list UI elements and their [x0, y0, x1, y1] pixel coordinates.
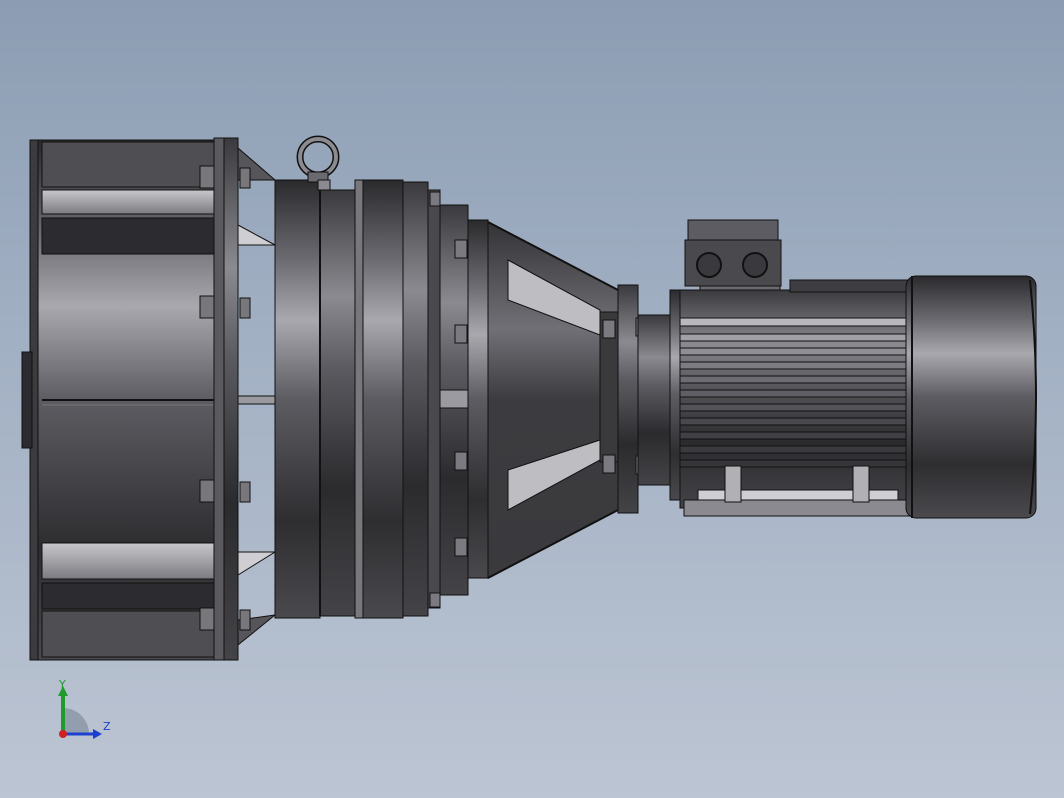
output-housing[interactable] — [21, 137, 277, 661]
cad-viewport[interactable]: Y Z — [0, 0, 1064, 798]
gearbox-motor-model[interactable] — [0, 0, 1064, 798]
terminal-box[interactable] — [684, 219, 782, 295]
coordinate-triad: Y Z — [50, 678, 120, 748]
conical-adapter[interactable] — [487, 221, 639, 579]
z-axis-arrowhead — [93, 729, 102, 739]
triad-plane-shade — [63, 708, 89, 734]
motor-flange[interactable] — [637, 289, 683, 501]
fan-cover[interactable] — [905, 275, 1037, 519]
z-axis-label: Z — [103, 720, 111, 733]
y-axis-label: Y — [59, 678, 66, 691]
motor-body[interactable] — [679, 279, 911, 509]
main-gear-housing[interactable] — [274, 179, 429, 619]
x-axis-dot — [59, 730, 67, 738]
